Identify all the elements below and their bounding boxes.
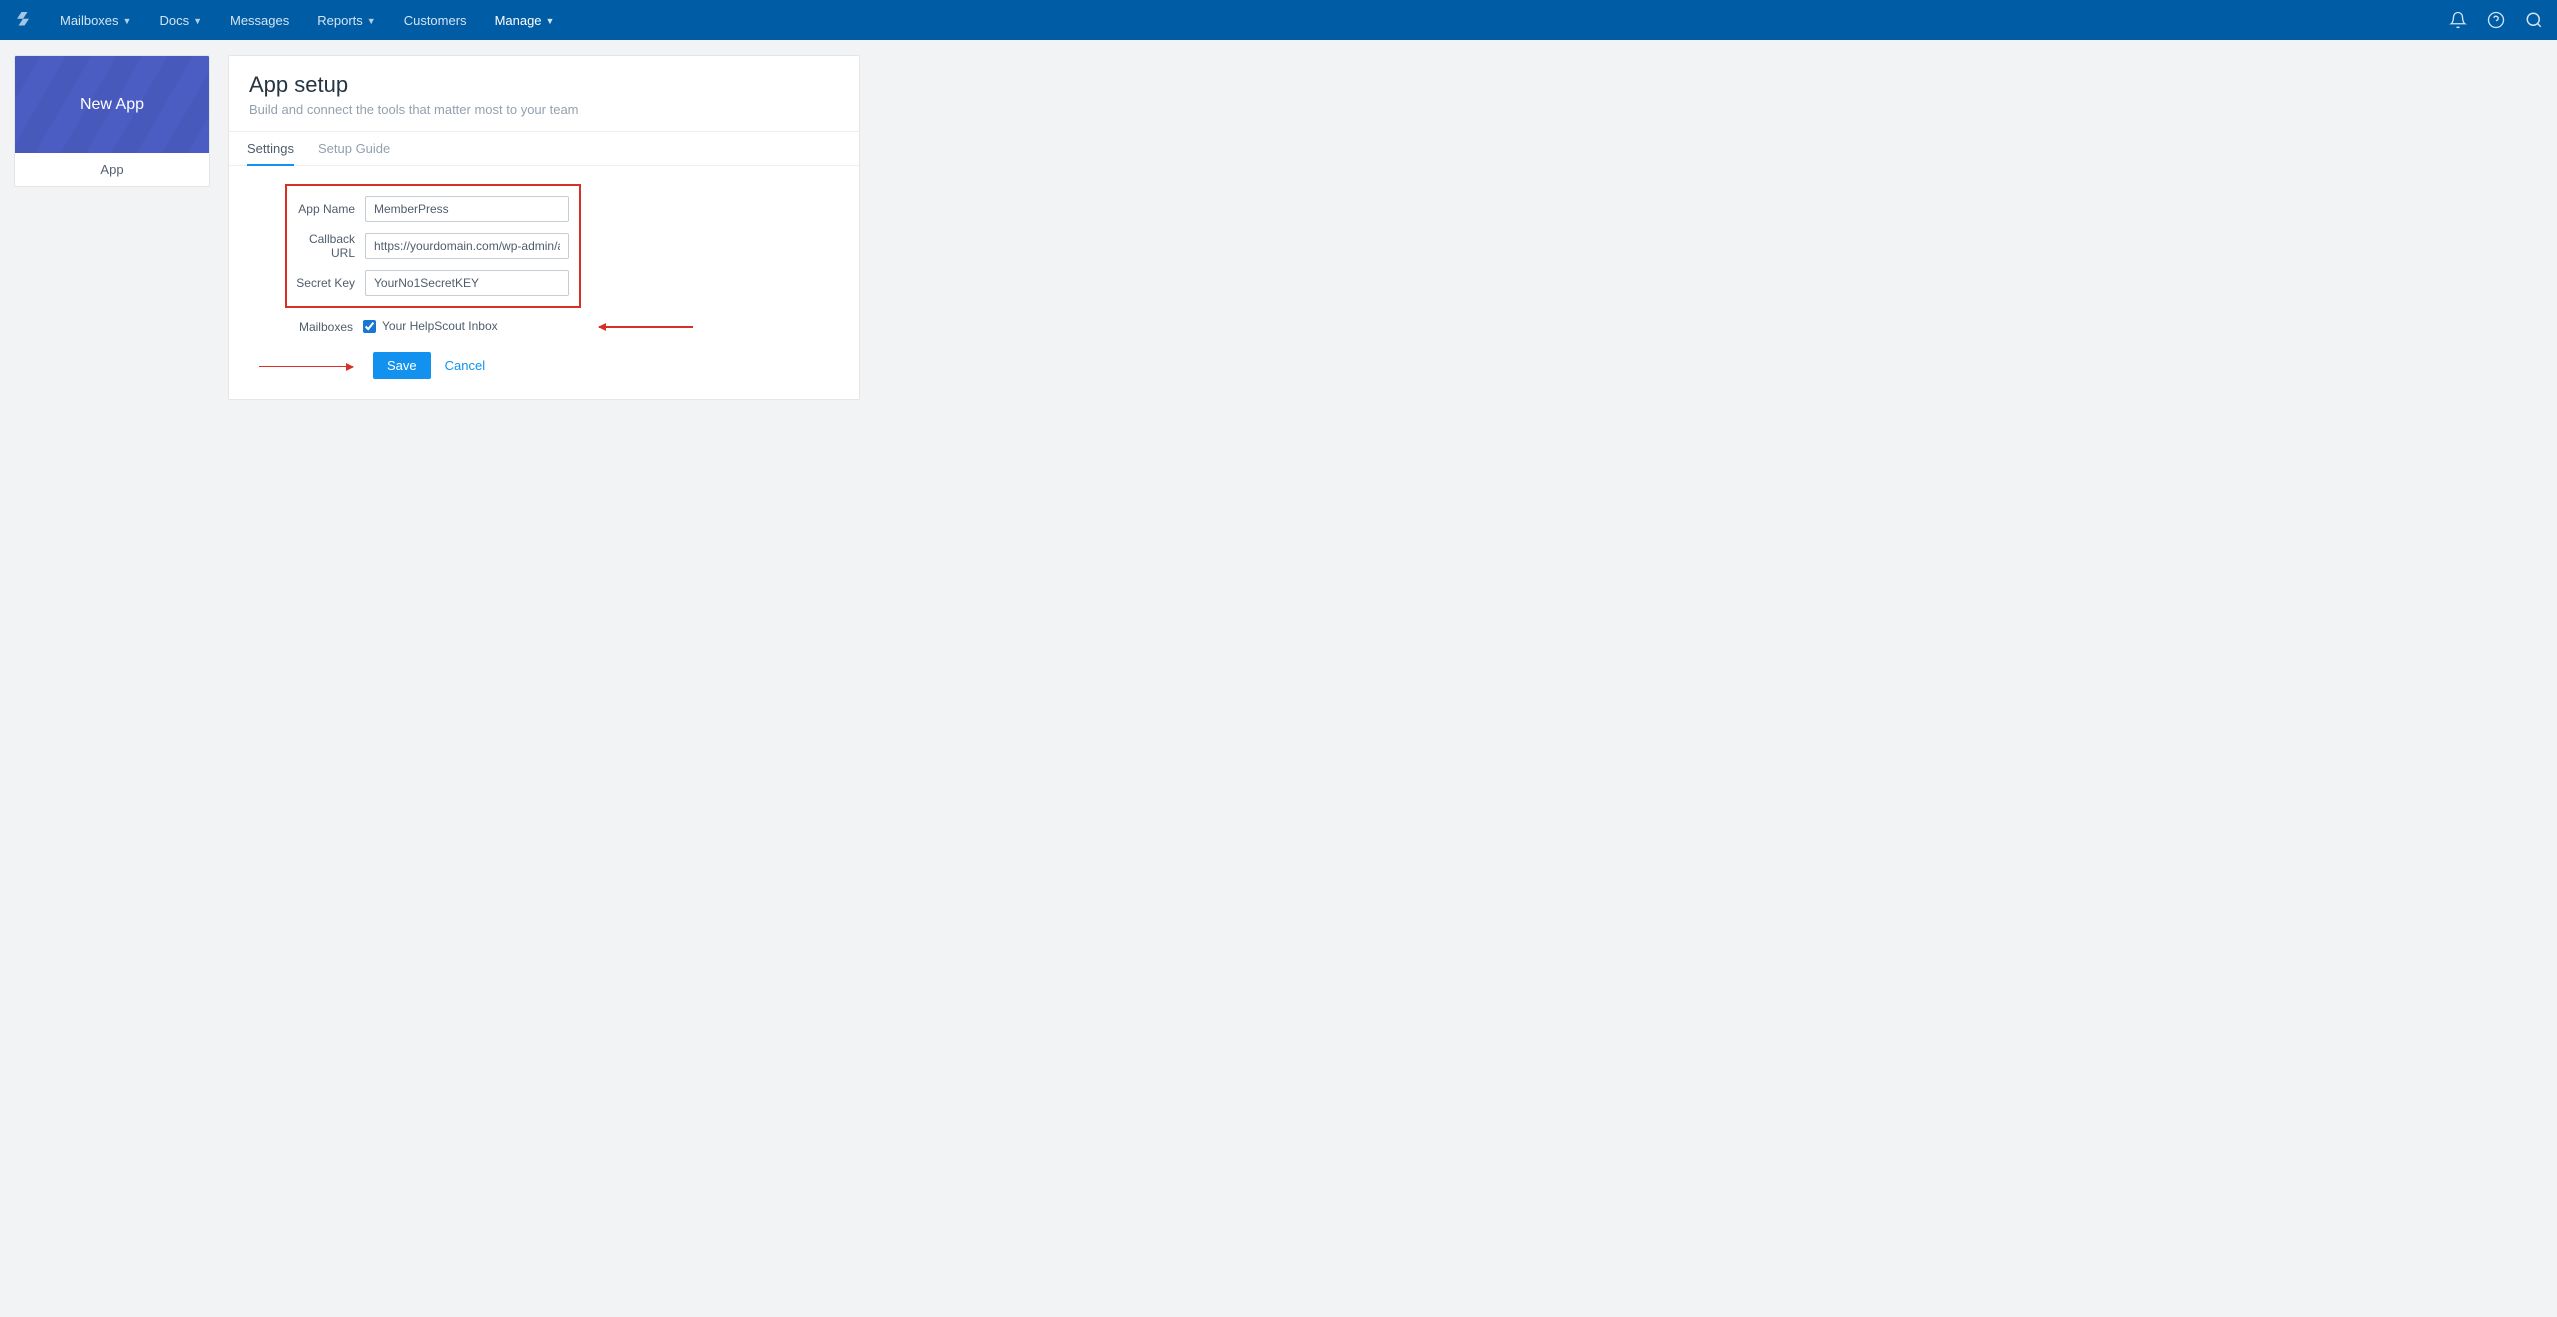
page-title: App setup	[249, 72, 839, 98]
help-icon[interactable]	[2487, 11, 2505, 29]
chevron-down-icon: ▼	[546, 16, 555, 26]
secret-key-input[interactable]	[365, 270, 569, 296]
nav-customers[interactable]: Customers	[392, 0, 479, 40]
nav-mailboxes[interactable]: Mailboxes ▼	[48, 0, 143, 40]
app-name-input[interactable]	[365, 196, 569, 222]
mailbox-checkbox[interactable]	[363, 320, 376, 333]
tab-setup-guide[interactable]: Setup Guide	[318, 132, 390, 165]
tab-settings[interactable]: Settings	[247, 132, 294, 165]
content-area: New App App App setup Build and connect …	[0, 40, 2557, 415]
nav-reports[interactable]: Reports ▼	[305, 0, 387, 40]
nav-label: Reports	[317, 13, 363, 28]
callback-url-input[interactable]	[365, 233, 569, 259]
sidebar-link-label: App	[100, 162, 123, 177]
mailbox-option-label: Your HelpScout Inbox	[382, 319, 498, 333]
top-navigation: Mailboxes ▼ Docs ▼ Messages Reports ▼ Cu…	[0, 0, 2557, 40]
button-row: Save Cancel	[373, 352, 839, 379]
nav-label: Customers	[404, 13, 467, 28]
chevron-down-icon: ▼	[123, 16, 132, 26]
save-button[interactable]: Save	[373, 352, 431, 379]
nav-label: Messages	[230, 13, 289, 28]
chevron-down-icon: ▼	[367, 16, 376, 26]
nav-label: Mailboxes	[60, 13, 119, 28]
callback-url-label: Callback URL	[287, 232, 365, 260]
main-panel: App setup Build and connect the tools th…	[228, 55, 860, 400]
secret-key-label: Secret Key	[287, 276, 365, 290]
panel-header: App setup Build and connect the tools th…	[229, 56, 859, 131]
form-body: App Name Callback URL Secret Key Mailbox…	[229, 166, 859, 399]
sidebar-app-link[interactable]: App	[15, 153, 209, 186]
notifications-icon[interactable]	[2449, 11, 2467, 29]
nav-label: Docs	[159, 13, 189, 28]
form-row-secret-key: Secret Key	[287, 270, 569, 296]
form-row-mailboxes: Mailboxes Your HelpScout Inbox	[285, 318, 615, 334]
sidebar-card: New App App	[14, 55, 210, 187]
annotation-arrow-right-icon	[259, 366, 353, 368]
annotation-arrow-left-icon	[599, 326, 693, 328]
sidebar-title: New App	[80, 96, 144, 114]
nav-left: Mailboxes ▼ Docs ▼ Messages Reports ▼ Cu…	[14, 0, 566, 40]
tab-label: Setup Guide	[318, 141, 390, 156]
form-row-callback-url: Callback URL	[287, 232, 569, 260]
page-subtitle: Build and connect the tools that matter …	[249, 102, 839, 117]
nav-manage[interactable]: Manage ▼	[483, 0, 567, 40]
nav-label: Manage	[495, 13, 542, 28]
sidebar-card-header: New App	[15, 56, 209, 153]
annotation-highlight-box: App Name Callback URL Secret Key	[285, 184, 581, 308]
form-row-app-name: App Name	[287, 196, 569, 222]
tab-bar: Settings Setup Guide	[229, 131, 859, 166]
helpscout-logo-icon[interactable]	[14, 9, 32, 32]
mailboxes-label: Mailboxes	[285, 318, 363, 334]
app-name-label: App Name	[287, 202, 365, 216]
cancel-link[interactable]: Cancel	[445, 358, 485, 373]
mailbox-checkbox-wrap: Your HelpScout Inbox	[363, 319, 498, 333]
search-icon[interactable]	[2525, 11, 2543, 29]
nav-messages[interactable]: Messages	[218, 0, 301, 40]
chevron-down-icon: ▼	[193, 16, 202, 26]
tab-label: Settings	[247, 141, 294, 156]
nav-docs[interactable]: Docs ▼	[147, 0, 214, 40]
nav-right	[2449, 11, 2543, 29]
